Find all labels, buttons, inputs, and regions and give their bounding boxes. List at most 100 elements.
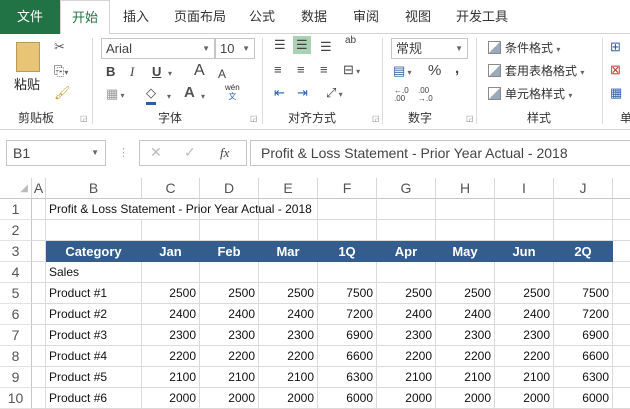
cell[interactable] xyxy=(613,367,630,388)
value-cell[interactable]: 2200 xyxy=(200,346,259,367)
insert-cells-icon[interactable]: ⊞ xyxy=(610,38,621,56)
sheet-title-cell[interactable]: Profit & Loss Statement - Prior Year Act… xyxy=(46,199,312,220)
orientation-icon[interactable]: ⤢ ▾ xyxy=(326,84,343,104)
decrease-decimal-button[interactable]: .00 →.0 xyxy=(418,87,436,103)
value-cell[interactable]: 2200 xyxy=(259,346,318,367)
tab-insert[interactable]: 插入 xyxy=(112,0,160,34)
value-cell[interactable]: 2100 xyxy=(495,367,554,388)
row-label-cell[interactable]: Product #2 xyxy=(46,304,142,325)
value-cell[interactable]: 7200 xyxy=(554,304,613,325)
number-format-select[interactable]: 常规 ▼ xyxy=(391,38,468,59)
accounting-format-icon[interactable]: ▤ ▾ xyxy=(393,62,412,82)
cell[interactable] xyxy=(436,199,495,220)
table-header-cell[interactable]: Mar xyxy=(259,241,318,262)
phonetic-button[interactable]: wén 文 xyxy=(225,83,240,101)
cell[interactable] xyxy=(142,220,200,241)
cell[interactable] xyxy=(613,346,630,367)
cell[interactable] xyxy=(613,283,630,304)
italic-button[interactable]: I xyxy=(130,63,134,81)
cell[interactable] xyxy=(200,220,259,241)
cell[interactable] xyxy=(32,262,46,283)
cell[interactable] xyxy=(46,220,142,241)
table-header-cell[interactable]: Jun xyxy=(495,241,554,262)
cell[interactable] xyxy=(32,325,46,346)
column-header-h[interactable]: H xyxy=(436,178,495,199)
cell[interactable] xyxy=(318,220,377,241)
value-cell[interactable]: 2500 xyxy=(142,283,200,304)
font-launcher-icon[interactable]: ◲ xyxy=(250,114,258,123)
font-size-select[interactable]: 10 ▼ xyxy=(215,38,255,59)
cell[interactable] xyxy=(377,262,436,283)
cell[interactable] xyxy=(32,346,46,367)
table-header-cell[interactable]: May xyxy=(436,241,495,262)
paste-button[interactable]: 粘贴 xyxy=(14,74,40,93)
underline-button[interactable]: U xyxy=(152,63,161,81)
align-left-icon[interactable]: ≡ xyxy=(274,61,282,79)
value-cell[interactable]: 6600 xyxy=(318,346,377,367)
tab-home[interactable]: 开始 xyxy=(60,0,110,35)
cell[interactable] xyxy=(32,367,46,388)
row-label-cell[interactable]: Product #3 xyxy=(46,325,142,346)
shrink-font-button[interactable]: A xyxy=(218,65,226,83)
cell[interactable] xyxy=(554,199,613,220)
paste-icon[interactable] xyxy=(16,42,40,72)
value-cell[interactable]: 7500 xyxy=(318,283,377,304)
value-cell[interactable]: 2400 xyxy=(377,304,436,325)
cell[interactable] xyxy=(200,262,259,283)
insert-function-icon[interactable]: fx xyxy=(220,145,229,161)
underline-dropdown-icon[interactable]: ▾ xyxy=(168,65,172,83)
align-top-icon[interactable]: ☰ xyxy=(274,36,286,54)
number-launcher-icon[interactable]: ◲ xyxy=(466,114,474,123)
column-header-e[interactable]: E xyxy=(259,178,318,199)
font-color-dropdown-icon[interactable]: ▾ xyxy=(201,88,205,106)
format-cells-icon[interactable]: ▦ xyxy=(610,84,622,102)
formula-bar-splitter[interactable]: ⋮ xyxy=(118,146,129,159)
tab-file[interactable]: 文件 xyxy=(0,0,60,34)
value-cell[interactable]: 2200 xyxy=(495,346,554,367)
cell[interactable] xyxy=(142,262,200,283)
row-header-3[interactable]: 3 xyxy=(0,241,32,262)
cell[interactable] xyxy=(613,262,630,283)
table-header-cell[interactable]: 1Q xyxy=(318,241,377,262)
cell[interactable] xyxy=(32,304,46,325)
cell[interactable] xyxy=(32,220,46,241)
table-header-cell[interactable]: Feb xyxy=(200,241,259,262)
cell[interactable] xyxy=(554,262,613,283)
value-cell[interactable]: 2200 xyxy=(436,346,495,367)
column-header-g[interactable]: G xyxy=(377,178,436,199)
cell[interactable] xyxy=(613,304,630,325)
value-cell[interactable]: 6900 xyxy=(318,325,377,346)
value-cell[interactable]: 2100 xyxy=(377,367,436,388)
clipboard-launcher-icon[interactable]: ◲ xyxy=(80,114,88,123)
row-header-9[interactable]: 9 xyxy=(0,367,32,388)
section-label-cell[interactable]: Sales xyxy=(46,262,142,283)
value-cell[interactable]: 2500 xyxy=(259,283,318,304)
cell[interactable] xyxy=(495,199,554,220)
cell-styles-button[interactable]: 单元格样式 ▾ xyxy=(488,84,572,104)
value-cell[interactable]: 6300 xyxy=(554,367,613,388)
borders-icon[interactable]: ▦ ▾ xyxy=(106,85,125,105)
grow-font-button[interactable]: A xyxy=(194,62,205,80)
tab-data[interactable]: 数据 xyxy=(292,0,336,34)
cell[interactable] xyxy=(613,241,630,262)
table-header-cell[interactable]: Jan xyxy=(142,241,200,262)
cell[interactable] xyxy=(377,220,436,241)
row-header-8[interactable]: 8 xyxy=(0,346,32,367)
cell[interactable] xyxy=(436,220,495,241)
fill-color-icon[interactable]: ◇ xyxy=(146,84,156,105)
value-cell[interactable]: 2100 xyxy=(436,367,495,388)
tab-formulas[interactable]: 公式 xyxy=(240,0,284,34)
decrease-indent-icon[interactable]: ⇤ xyxy=(274,84,285,102)
value-cell[interactable]: 2400 xyxy=(200,304,259,325)
tab-page-layout[interactable]: 页面布局 xyxy=(166,0,234,34)
table-header-cell[interactable]: Category xyxy=(46,241,142,262)
cell[interactable] xyxy=(377,199,436,220)
increase-decimal-button[interactable]: ←.0 .00 xyxy=(394,87,412,103)
enter-icon[interactable]: ✓ xyxy=(184,144,196,161)
column-header-c[interactable]: C xyxy=(142,178,200,199)
format-painter-icon[interactable]: 🖌 xyxy=(54,84,71,102)
value-cell[interactable]: 2400 xyxy=(259,304,318,325)
tab-developer[interactable]: 开发工具 xyxy=(448,0,516,34)
row-label-cell[interactable]: Product #4 xyxy=(46,346,142,367)
cell[interactable] xyxy=(259,262,318,283)
